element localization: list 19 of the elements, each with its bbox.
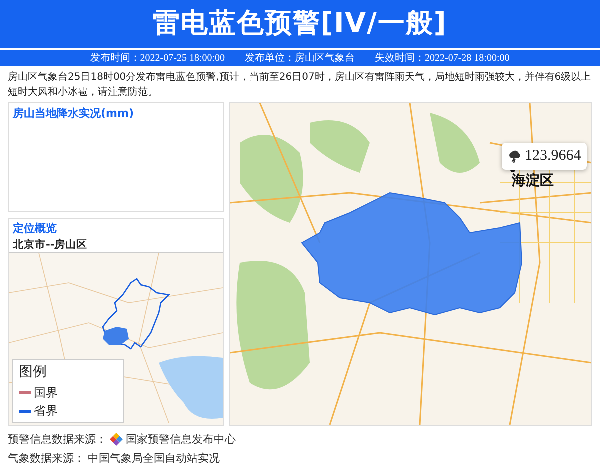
district-label: 海淀区 [512, 172, 554, 191]
source-name: 国家预警信息发布中心 [126, 432, 236, 448]
tooltip-value: 123.9664 [525, 147, 582, 166]
meta-field: 发布单位：房山区气象台 [245, 50, 355, 66]
warning-title: 雷电蓝色预警[IV/一般] [152, 8, 448, 40]
warning-description: 房山区气象台25日18时00分发布雷电蓝色预警,预计，当前至26日07时，房山区有雷阵雨天气，局地短时雨强较大，并伴有6级以上短时大风和小冰雹，请注意防范。 [7, 70, 592, 100]
thunderstorm-cloud-icon [508, 150, 522, 163]
source-label: 气象数据来源： [8, 451, 85, 467]
source-label: 预警信息数据来源： [8, 432, 107, 448]
panel-title: 定位概览 [13, 221, 58, 237]
legend-label: 国界 [34, 384, 58, 402]
source-name: 中国气象局全国自动站实况 [88, 451, 220, 467]
legend-label: 省界 [34, 403, 58, 420]
meta-field: 失效时间：2022-07-28 18:00:00 [375, 50, 510, 66]
legend-title: 图例 [19, 363, 48, 382]
diamond-logo-icon [110, 433, 123, 446]
meta-field: 发布时间：2022-07-25 18:00:00 [90, 50, 225, 66]
panel-title: 房山当地降水实况(mm) [13, 106, 135, 122]
location-subtitle: 北京市--房山区 [13, 238, 89, 252]
